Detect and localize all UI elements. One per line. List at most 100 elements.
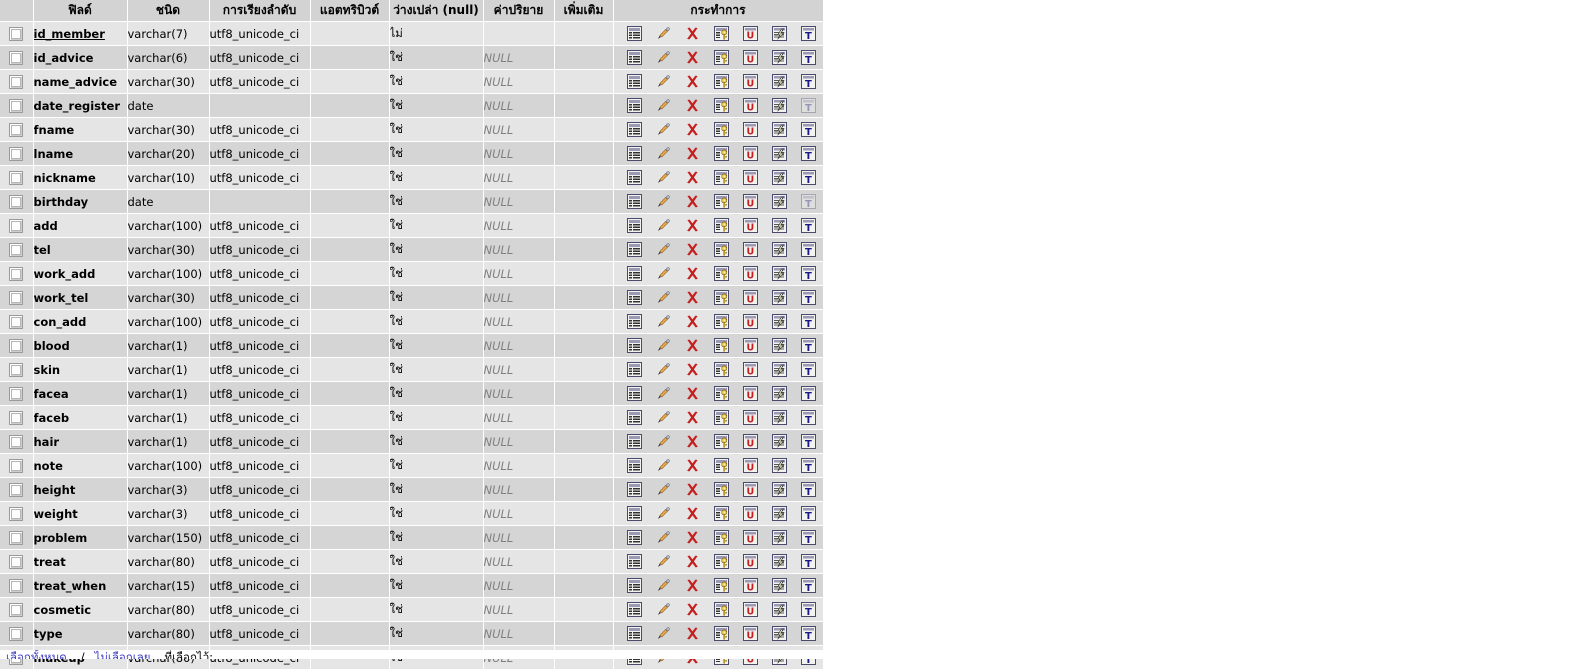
fulltext-icon[interactable]: T	[794, 454, 823, 477]
row-checkbox[interactable]	[9, 578, 24, 593]
row-checkbox[interactable]	[9, 482, 24, 497]
browse-icon[interactable]	[620, 286, 649, 309]
drop-x-icon[interactable]	[678, 214, 707, 237]
pencil-edit-icon[interactable]	[649, 334, 678, 357]
index-icon[interactable]	[765, 382, 794, 405]
index-icon[interactable]	[765, 46, 794, 69]
drop-x-icon[interactable]	[678, 358, 707, 381]
pencil-edit-icon[interactable]	[649, 262, 678, 285]
unique-index-icon[interactable]: U	[736, 502, 765, 525]
row-checkbox[interactable]	[9, 26, 24, 41]
pencil-edit-icon[interactable]	[649, 142, 678, 165]
drop-x-icon[interactable]	[678, 598, 707, 621]
browse-icon[interactable]	[620, 214, 649, 237]
pencil-edit-icon[interactable]	[649, 526, 678, 549]
primary-key-icon[interactable]	[707, 382, 736, 405]
index-icon[interactable]	[765, 310, 794, 333]
row-checkbox[interactable]	[9, 50, 24, 65]
fulltext-icon[interactable]: T	[794, 214, 823, 237]
fulltext-icon[interactable]: T	[794, 70, 823, 93]
unique-index-icon[interactable]: U	[736, 334, 765, 357]
browse-icon[interactable]	[620, 334, 649, 357]
row-checkbox[interactable]	[9, 530, 24, 545]
index-icon[interactable]	[765, 166, 794, 189]
row-checkbox[interactable]	[9, 386, 24, 401]
browse-icon[interactable]	[620, 166, 649, 189]
row-checkbox[interactable]	[9, 170, 24, 185]
index-icon[interactable]	[765, 598, 794, 621]
drop-x-icon[interactable]	[678, 622, 707, 645]
index-icon[interactable]	[765, 22, 794, 45]
unique-index-icon[interactable]: U	[736, 70, 765, 93]
index-icon[interactable]	[765, 358, 794, 381]
pencil-edit-icon[interactable]	[649, 310, 678, 333]
fulltext-icon[interactable]: T	[794, 358, 823, 381]
uncheck-all-link[interactable]: ไม่เลือกเลย	[95, 650, 151, 659]
drop-x-icon[interactable]	[678, 430, 707, 453]
primary-key-icon[interactable]	[707, 94, 736, 117]
browse-icon[interactable]	[620, 430, 649, 453]
unique-index-icon[interactable]: U	[736, 598, 765, 621]
browse-icon[interactable]	[620, 454, 649, 477]
pencil-edit-icon[interactable]	[649, 382, 678, 405]
primary-key-icon[interactable]	[707, 502, 736, 525]
fulltext-icon[interactable]: T	[794, 238, 823, 261]
fulltext-icon[interactable]: T	[794, 334, 823, 357]
browse-icon[interactable]	[620, 550, 649, 573]
browse-icon[interactable]	[620, 262, 649, 285]
pencil-edit-icon[interactable]	[649, 166, 678, 189]
primary-key-icon[interactable]	[707, 478, 736, 501]
pencil-edit-icon[interactable]	[649, 478, 678, 501]
browse-icon[interactable]	[620, 382, 649, 405]
fulltext-icon[interactable]: T	[794, 382, 823, 405]
browse-icon[interactable]	[620, 526, 649, 549]
fulltext-icon[interactable]: T	[794, 550, 823, 573]
drop-x-icon[interactable]	[678, 142, 707, 165]
unique-index-icon[interactable]: U	[736, 94, 765, 117]
browse-icon[interactable]	[620, 502, 649, 525]
index-icon[interactable]	[765, 286, 794, 309]
index-icon[interactable]	[765, 334, 794, 357]
unique-index-icon[interactable]: U	[736, 430, 765, 453]
fulltext-icon[interactable]: T	[794, 502, 823, 525]
row-checkbox[interactable]	[9, 362, 24, 377]
fulltext-icon[interactable]: T	[794, 310, 823, 333]
unique-index-icon[interactable]: U	[736, 454, 765, 477]
unique-index-icon[interactable]: U	[736, 214, 765, 237]
fulltext-icon[interactable]: T	[794, 166, 823, 189]
primary-key-icon[interactable]	[707, 142, 736, 165]
primary-key-icon[interactable]	[707, 118, 736, 141]
index-icon[interactable]	[765, 190, 794, 213]
row-checkbox[interactable]	[9, 506, 24, 521]
row-checkbox[interactable]	[9, 602, 24, 617]
index-icon[interactable]	[765, 142, 794, 165]
drop-x-icon[interactable]	[678, 190, 707, 213]
pencil-edit-icon[interactable]	[649, 358, 678, 381]
drop-x-icon[interactable]	[678, 334, 707, 357]
pencil-edit-icon[interactable]	[649, 574, 678, 597]
unique-index-icon[interactable]: U	[736, 286, 765, 309]
drop-x-icon[interactable]	[678, 574, 707, 597]
primary-key-icon[interactable]	[707, 22, 736, 45]
pencil-edit-icon[interactable]	[649, 46, 678, 69]
row-checkbox[interactable]	[9, 626, 24, 641]
pencil-edit-icon[interactable]	[649, 70, 678, 93]
primary-key-icon[interactable]	[707, 262, 736, 285]
fulltext-icon[interactable]: T	[794, 430, 823, 453]
unique-index-icon[interactable]: U	[736, 550, 765, 573]
index-icon[interactable]	[765, 262, 794, 285]
row-checkbox[interactable]	[9, 242, 24, 257]
pencil-edit-icon[interactable]	[649, 22, 678, 45]
drop-x-icon[interactable]	[678, 94, 707, 117]
browse-icon[interactable]	[620, 622, 649, 645]
index-icon[interactable]	[765, 118, 794, 141]
pencil-edit-icon[interactable]	[649, 502, 678, 525]
fulltext-icon[interactable]: T	[794, 22, 823, 45]
fulltext-icon[interactable]: T	[794, 118, 823, 141]
drop-x-icon[interactable]	[678, 406, 707, 429]
unique-index-icon[interactable]: U	[736, 358, 765, 381]
fulltext-icon[interactable]: T	[794, 406, 823, 429]
row-checkbox[interactable]	[9, 554, 24, 569]
index-icon[interactable]	[765, 502, 794, 525]
drop-x-icon[interactable]	[678, 526, 707, 549]
